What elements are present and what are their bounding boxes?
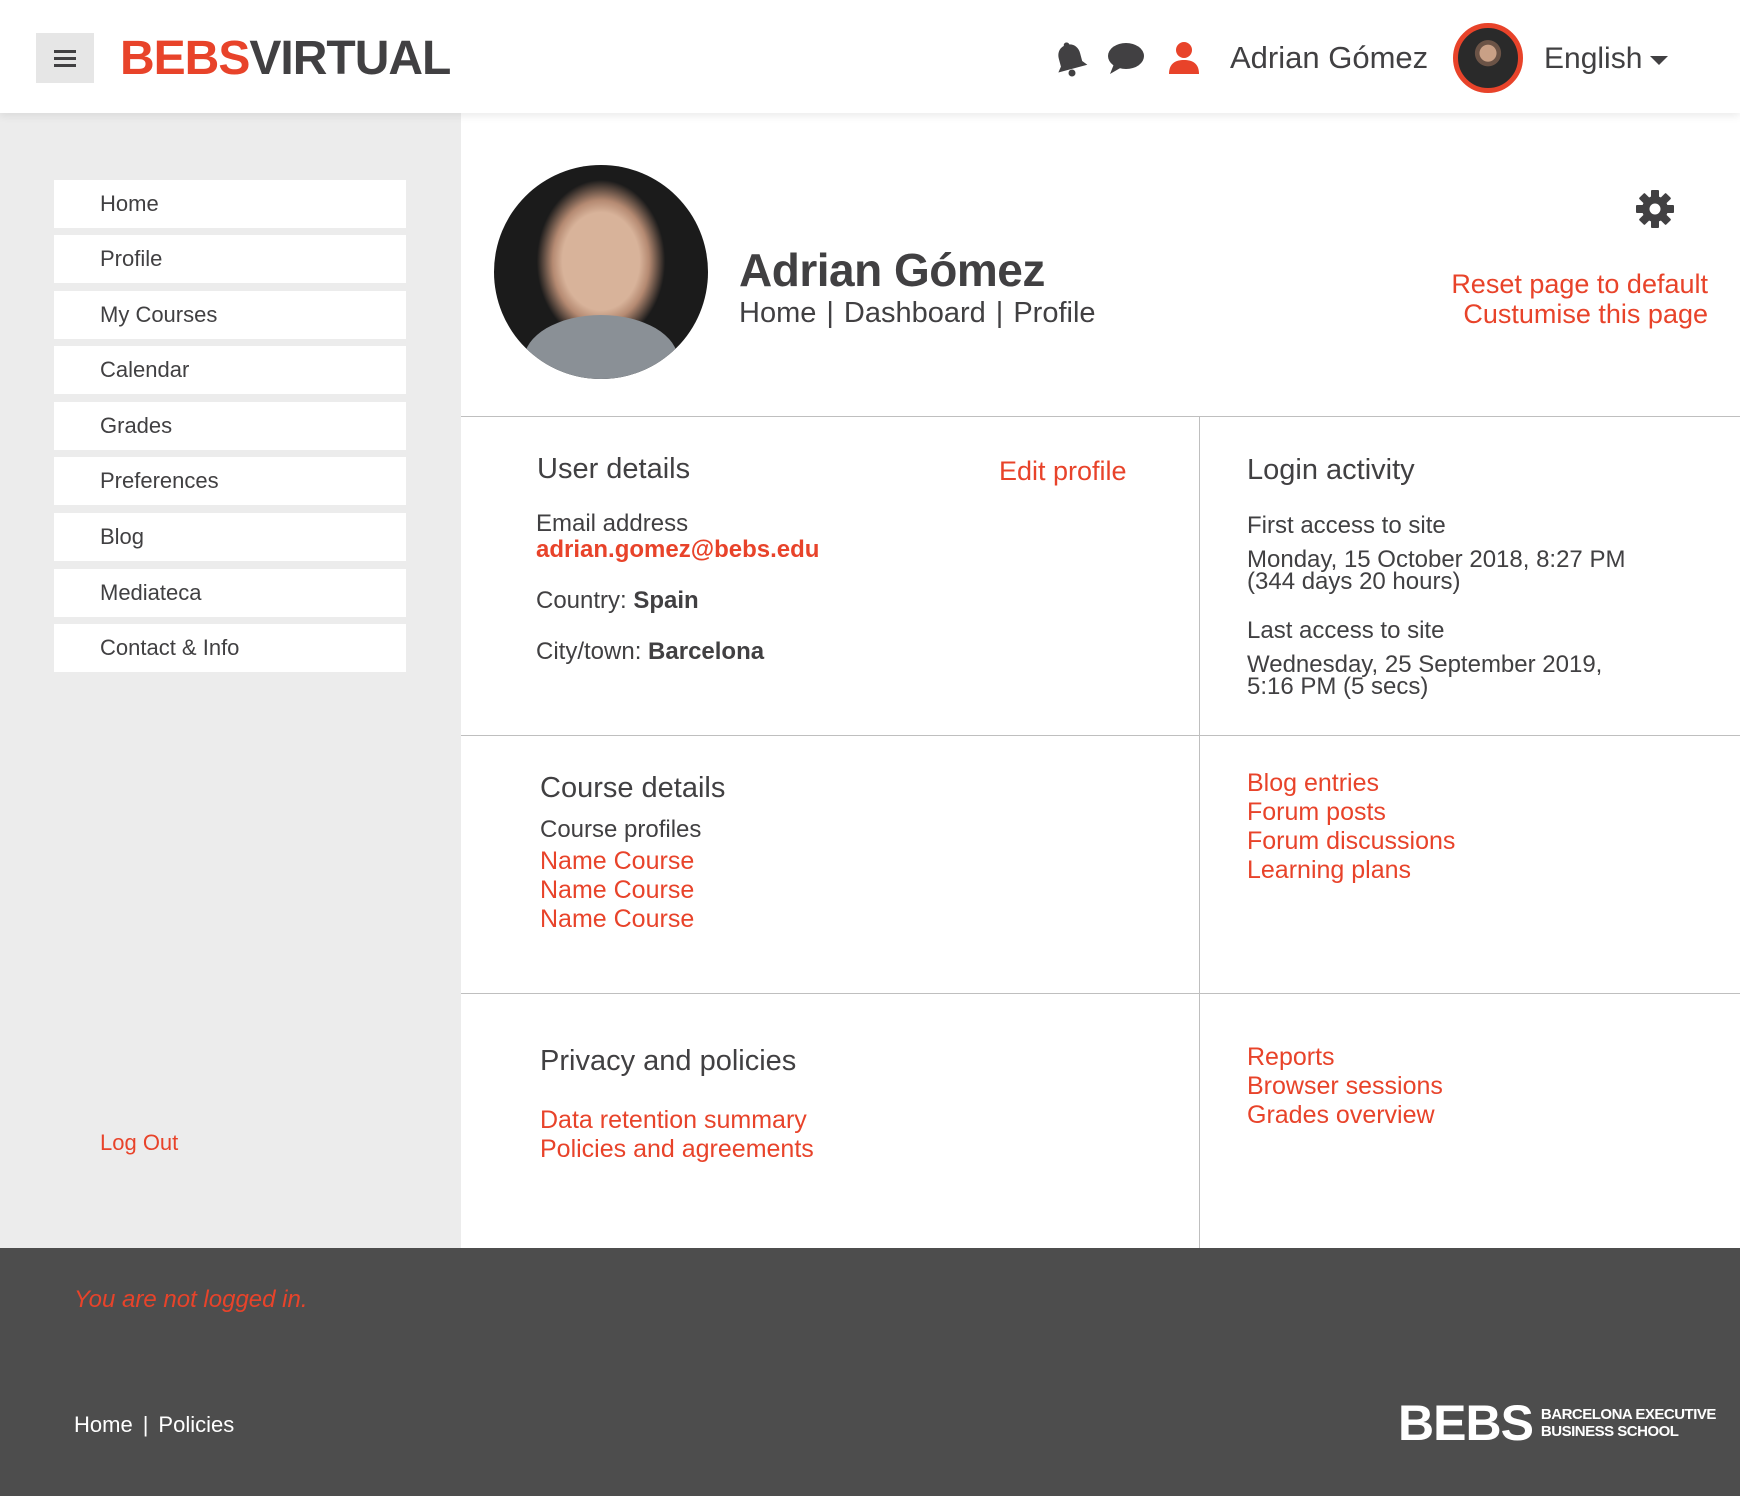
breadcrumb-home[interactable]: Home <box>739 297 816 329</box>
profile-avatar <box>494 165 708 379</box>
sidebar-item-preferences[interactable]: Preferences <box>54 457 406 505</box>
menu-icon-bar <box>54 56 76 60</box>
avatar-hood <box>524 315 678 379</box>
main-content: Adrian Gómez Home | Dashboard | Profile Rese… <box>461 113 1740 1248</box>
breadcrumb-separator: | <box>826 297 834 329</box>
logo-bebs: BEBS <box>120 32 250 85</box>
footer-logo-tagline: BARCELONA EXECUTIVE BUSINESS SCHOOL <box>1541 1406 1716 1440</box>
logout-link[interactable]: Log Out <box>100 1130 178 1156</box>
city-value: Barcelona <box>648 638 765 665</box>
policies-agreements-link[interactable]: Policies and agreements <box>540 1135 814 1164</box>
course-profiles-label: Course profiles <box>540 816 702 843</box>
course-link[interactable]: Name Course <box>540 905 694 934</box>
login-activity-title: Login activity <box>1247 454 1415 486</box>
gear-icon[interactable] <box>1635 189 1675 229</box>
last-access-time: 5:16 PM (5 secs) <box>1247 673 1429 700</box>
first-access-label: First access to site <box>1247 512 1446 539</box>
city-label: City/town: <box>536 638 642 665</box>
first-access-since: (344 days 20 hours) <box>1247 568 1461 595</box>
language-label: English <box>1544 42 1643 75</box>
sidebar-item-blog[interactable]: Blog <box>54 513 406 561</box>
browser-sessions-link[interactable]: Browser sessions <box>1247 1072 1443 1101</box>
country-value: Spain <box>633 587 699 614</box>
footer-policies-link[interactable]: Policies <box>158 1412 234 1437</box>
chevron-down-icon <box>1650 55 1669 65</box>
email-link[interactable]: adrian.gomez@bebs.edu <box>536 537 819 563</box>
privacy-title: Privacy and policies <box>540 1045 797 1077</box>
forum-posts-link[interactable]: Forum posts <box>1247 798 1455 827</box>
sidebar: Home Profile My Courses Calendar Grades … <box>0 113 461 1248</box>
breadcrumb: Home | Dashboard | Profile <box>739 297 1096 330</box>
footer-logo-bebs: BEBS <box>1398 1395 1534 1451</box>
sidebar-item-profile[interactable]: Profile <box>54 235 406 283</box>
reports-link[interactable]: Reports <box>1247 1043 1443 1072</box>
city-row: City/town: Barcelona <box>536 639 764 665</box>
footer-logo-line2: BUSINESS SCHOOL <box>1540 1423 1679 1440</box>
header-avatar[interactable] <box>1453 23 1523 93</box>
blog-entries-link[interactable]: Blog entries <box>1247 769 1455 798</box>
customise-page-link[interactable]: Custumise this page <box>1451 299 1708 329</box>
breadcrumb-profile[interactable]: Profile <box>1013 297 1095 329</box>
divider <box>461 416 1740 417</box>
reset-page-link[interactable]: Reset page to default <box>1451 269 1708 299</box>
user-icon[interactable] <box>1164 38 1204 78</box>
country-label: Country: <box>536 587 627 614</box>
activity-links: Blog entries Forum posts Forum discussio… <box>1247 769 1455 885</box>
first-access-value: Monday, 15 October 2018, 8:27 PM (344 da… <box>1247 548 1625 595</box>
sidebar-item-mediateca[interactable]: Mediateca <box>54 569 406 617</box>
footer-logo-line1: BARCELONA EXECUTIVE <box>1540 1406 1716 1423</box>
language-selector[interactable]: English <box>1544 42 1669 76</box>
footer-separator: | <box>142 1412 149 1437</box>
course-link[interactable]: Name Course <box>540 876 694 905</box>
privacy-links: Data retention summary Policies and agre… <box>540 1106 814 1164</box>
breadcrumb-dashboard[interactable]: Dashboard <box>844 297 986 329</box>
footer: You are not logged in. Home | Policies BEB… <box>0 1248 1740 1496</box>
breadcrumb-separator: | <box>995 297 1004 329</box>
site-logo[interactable]: BEBSVIRTUAL <box>120 32 451 85</box>
divider <box>461 993 1740 994</box>
menu-icon-bar <box>54 63 76 67</box>
user-details-title: User details <box>537 453 691 485</box>
country-row: Country: Spain <box>536 588 699 614</box>
sidebar-item-home[interactable]: Home <box>54 180 406 228</box>
course-details-title: Course details <box>540 772 726 804</box>
last-access-value: Wednesday, 25 September 2019, 5:16 PM (5… <box>1247 653 1602 700</box>
email-label: Email address <box>536 510 689 537</box>
page-customise-links: Reset page to default Custumise this pag… <box>1451 269 1708 329</box>
footer-links: Home | Policies <box>74 1412 234 1438</box>
top-header: BEBSVIRTUAL Adrian Gómez English <box>0 0 1740 113</box>
course-link[interactable]: Name Course <box>540 847 694 876</box>
edit-profile-link[interactable]: Edit profile <box>999 458 1127 485</box>
learning-plans-link[interactable]: Learning plans <box>1247 856 1455 885</box>
not-logged-in-notice: You are not logged in. <box>74 1286 308 1313</box>
forum-discussions-link[interactable]: Forum discussions <box>1247 827 1455 856</box>
sidebar-item-contact-info[interactable]: Contact & Info <box>54 624 406 672</box>
sidebar-item-my-courses[interactable]: My Courses <box>54 291 406 339</box>
divider <box>1199 416 1200 1248</box>
chat-icon[interactable] <box>1106 38 1146 78</box>
sidebar-item-grades[interactable]: Grades <box>54 402 406 450</box>
last-access-label: Last access to site <box>1247 617 1445 644</box>
course-list: Name Course Name Course Name Course <box>540 847 694 934</box>
footer-home-link[interactable]: Home <box>74 1412 133 1437</box>
divider <box>461 735 1740 736</box>
menu-icon-bar <box>54 49 76 53</box>
data-retention-link[interactable]: Data retention summary <box>540 1106 814 1135</box>
grades-overview-link[interactable]: Grades overview <box>1247 1101 1443 1130</box>
sidebar-item-calendar[interactable]: Calendar <box>54 346 406 394</box>
header-user-name[interactable]: Adrian Gómez <box>1230 40 1428 76</box>
reports-links: Reports Browser sessions Grades overview <box>1247 1043 1443 1130</box>
footer-logo: BEBS BARCELONA EXECUTIVE BUSINESS SCHOOL <box>1398 1398 1716 1448</box>
notification-bell-icon[interactable] <box>1050 38 1090 78</box>
profile-name: Adrian Gómez <box>739 244 1045 296</box>
logo-virtual: VIRTUAL <box>249 32 451 85</box>
menu-button[interactable] <box>36 33 94 83</box>
